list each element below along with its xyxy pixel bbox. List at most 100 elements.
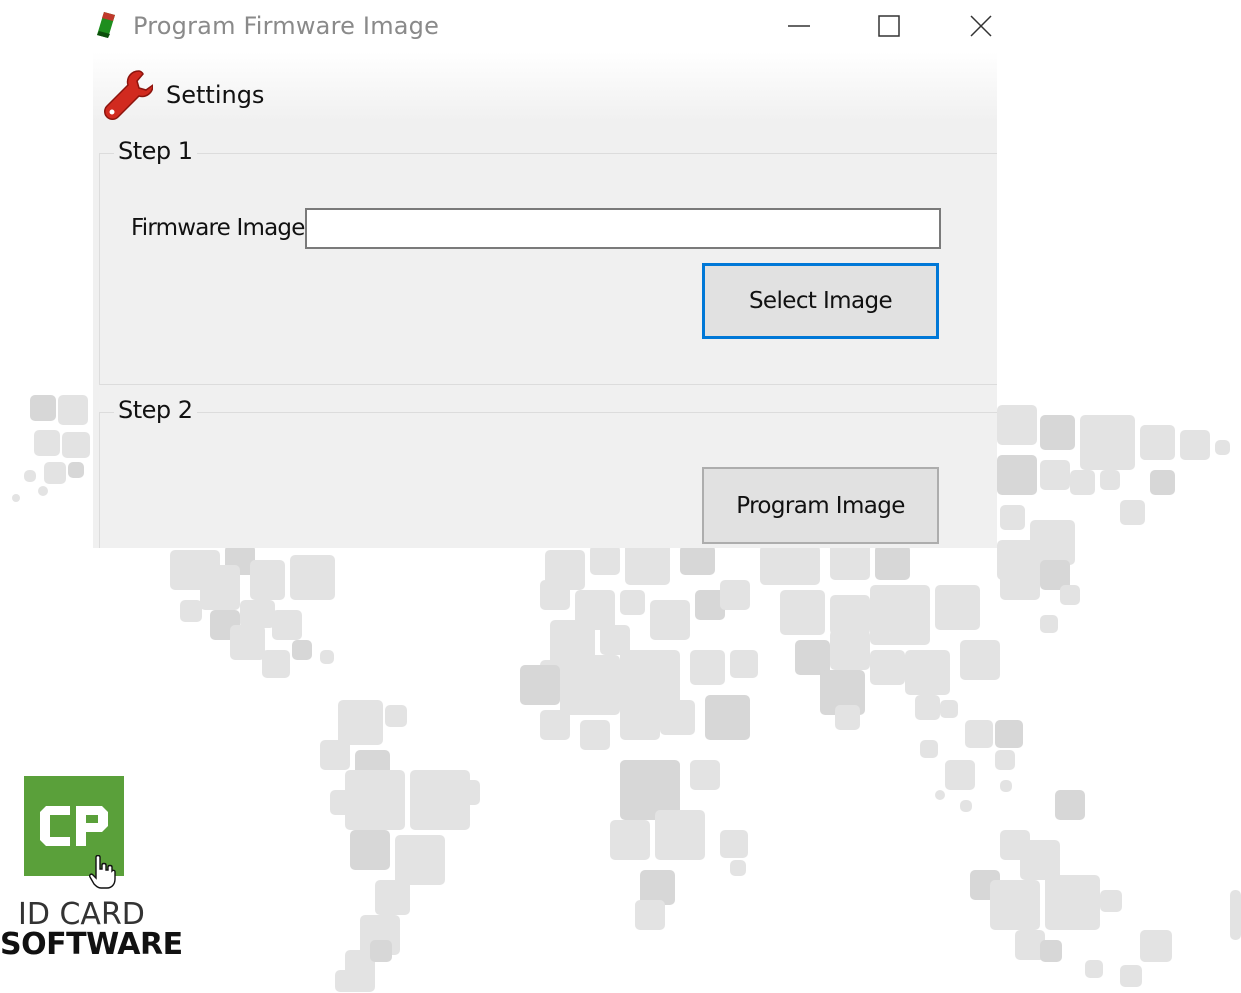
mosaic-tile xyxy=(1230,890,1241,940)
mosaic-tile xyxy=(1045,875,1100,930)
mosaic-tile xyxy=(580,720,610,750)
maximize-button[interactable] xyxy=(843,0,935,52)
mosaic-tile xyxy=(560,655,620,715)
mosaic-tile xyxy=(330,790,355,815)
mosaic-tile xyxy=(1040,615,1058,633)
window-title: Program Firmware Image xyxy=(133,12,440,40)
mosaic-tile xyxy=(635,900,665,930)
select-image-button[interactable]: Select Image xyxy=(702,263,939,339)
mosaic-tile xyxy=(1150,470,1175,495)
mosaic-tile xyxy=(395,835,445,885)
mosaic-tile xyxy=(1180,430,1210,460)
mosaic-tile xyxy=(620,700,660,740)
close-button[interactable] xyxy=(935,0,1027,52)
mosaic-tile xyxy=(540,580,570,610)
mosaic-tile xyxy=(370,940,392,962)
mosaic-tile xyxy=(1080,415,1135,470)
mosaic-tile xyxy=(690,760,720,790)
mosaic-tile xyxy=(620,590,645,615)
mosaic-tile xyxy=(320,740,350,770)
mosaic-tile xyxy=(830,595,870,635)
mosaic-tile xyxy=(590,545,620,575)
mosaic-tile xyxy=(1040,415,1075,450)
window-body: Settings Step 1 Firmware Image: Select I… xyxy=(93,52,997,548)
mosaic-tile xyxy=(920,740,938,758)
mosaic-tile xyxy=(655,810,705,860)
mosaic-tile xyxy=(1040,460,1070,490)
mosaic-tile xyxy=(1000,780,1012,792)
mosaic-tile xyxy=(272,610,302,640)
mosaic-tile xyxy=(960,640,1000,680)
mosaic-tile xyxy=(12,494,20,502)
mosaic-tile xyxy=(455,780,480,805)
mosaic-tile xyxy=(338,700,383,745)
wrench-icon xyxy=(104,70,153,120)
mosaic-tile xyxy=(38,486,48,496)
mosaic-tile xyxy=(610,820,650,860)
app-icon xyxy=(97,12,115,38)
mosaic-tile xyxy=(230,625,265,660)
program-image-button[interactable]: Program Image xyxy=(702,467,939,544)
mosaic-tile xyxy=(945,760,975,790)
mosaic-tile xyxy=(720,580,750,610)
mosaic-tile xyxy=(875,545,910,580)
mosaic-tile xyxy=(995,720,1023,748)
menu-bar: Settings xyxy=(93,52,997,132)
maximize-icon xyxy=(878,15,900,37)
mosaic-tile xyxy=(200,565,240,610)
mosaic-tile xyxy=(995,750,1015,770)
mosaic-tile xyxy=(997,405,1037,445)
mosaic-tile xyxy=(990,880,1040,930)
mosaic-tile xyxy=(935,790,945,800)
mosaic-tile xyxy=(705,695,750,740)
mosaic-tile xyxy=(1070,470,1095,495)
mosaic-tile xyxy=(870,585,930,645)
mosaic-tile xyxy=(835,705,860,730)
mosaic-tile xyxy=(520,665,560,705)
mosaic-tile xyxy=(960,800,972,812)
mosaic-tile xyxy=(250,560,285,600)
mosaic-tile xyxy=(1085,960,1103,978)
close-icon xyxy=(970,15,992,37)
mosaic-tile xyxy=(935,585,980,630)
desktop-background: Program Firmware Image Settings Step 1 F… xyxy=(0,0,1241,993)
mosaic-tile xyxy=(830,630,870,670)
mosaic-tile xyxy=(375,880,410,915)
mosaic-tile xyxy=(540,710,570,740)
mosaic-tile xyxy=(1140,930,1172,962)
mosaic-tile xyxy=(240,600,275,628)
mosaic-tile xyxy=(730,650,758,678)
mosaic-tile xyxy=(320,650,334,664)
mosaic-tile xyxy=(350,830,390,870)
mosaic-tile xyxy=(965,720,993,748)
mosaic-tile xyxy=(44,462,66,484)
hand-cursor-icon xyxy=(89,855,116,889)
mosaic-tile xyxy=(1215,440,1230,455)
mosaic-tile xyxy=(870,650,905,685)
mosaic-tile xyxy=(62,432,90,458)
mosaic-tile xyxy=(68,462,84,478)
mosaic-tile xyxy=(385,705,407,727)
title-bar[interactable]: Program Firmware Image xyxy=(93,0,997,52)
minimize-icon xyxy=(788,25,810,27)
mosaic-tile xyxy=(915,695,940,720)
mosaic-tile xyxy=(58,395,88,425)
mosaic-tile xyxy=(780,590,825,635)
mosaic-tile xyxy=(1060,585,1080,605)
minimize-button[interactable] xyxy=(753,0,845,52)
mosaic-tile xyxy=(660,700,695,735)
mosaic-tile xyxy=(290,555,335,600)
mosaic-tile xyxy=(262,650,290,678)
mosaic-tile xyxy=(1000,560,1040,600)
mosaic-tile xyxy=(997,455,1037,495)
mosaic-tile xyxy=(1055,790,1085,820)
mosaic-tile xyxy=(1020,840,1060,880)
mosaic-tile xyxy=(940,700,958,718)
mosaic-tile xyxy=(730,860,746,876)
firmware-image-input[interactable] xyxy=(305,208,941,249)
mosaic-tile xyxy=(292,640,312,660)
mosaic-tile xyxy=(690,650,725,685)
mosaic-tile xyxy=(680,545,715,575)
settings-menu-item[interactable]: Settings xyxy=(103,67,264,123)
mosaic-tile xyxy=(650,600,690,640)
